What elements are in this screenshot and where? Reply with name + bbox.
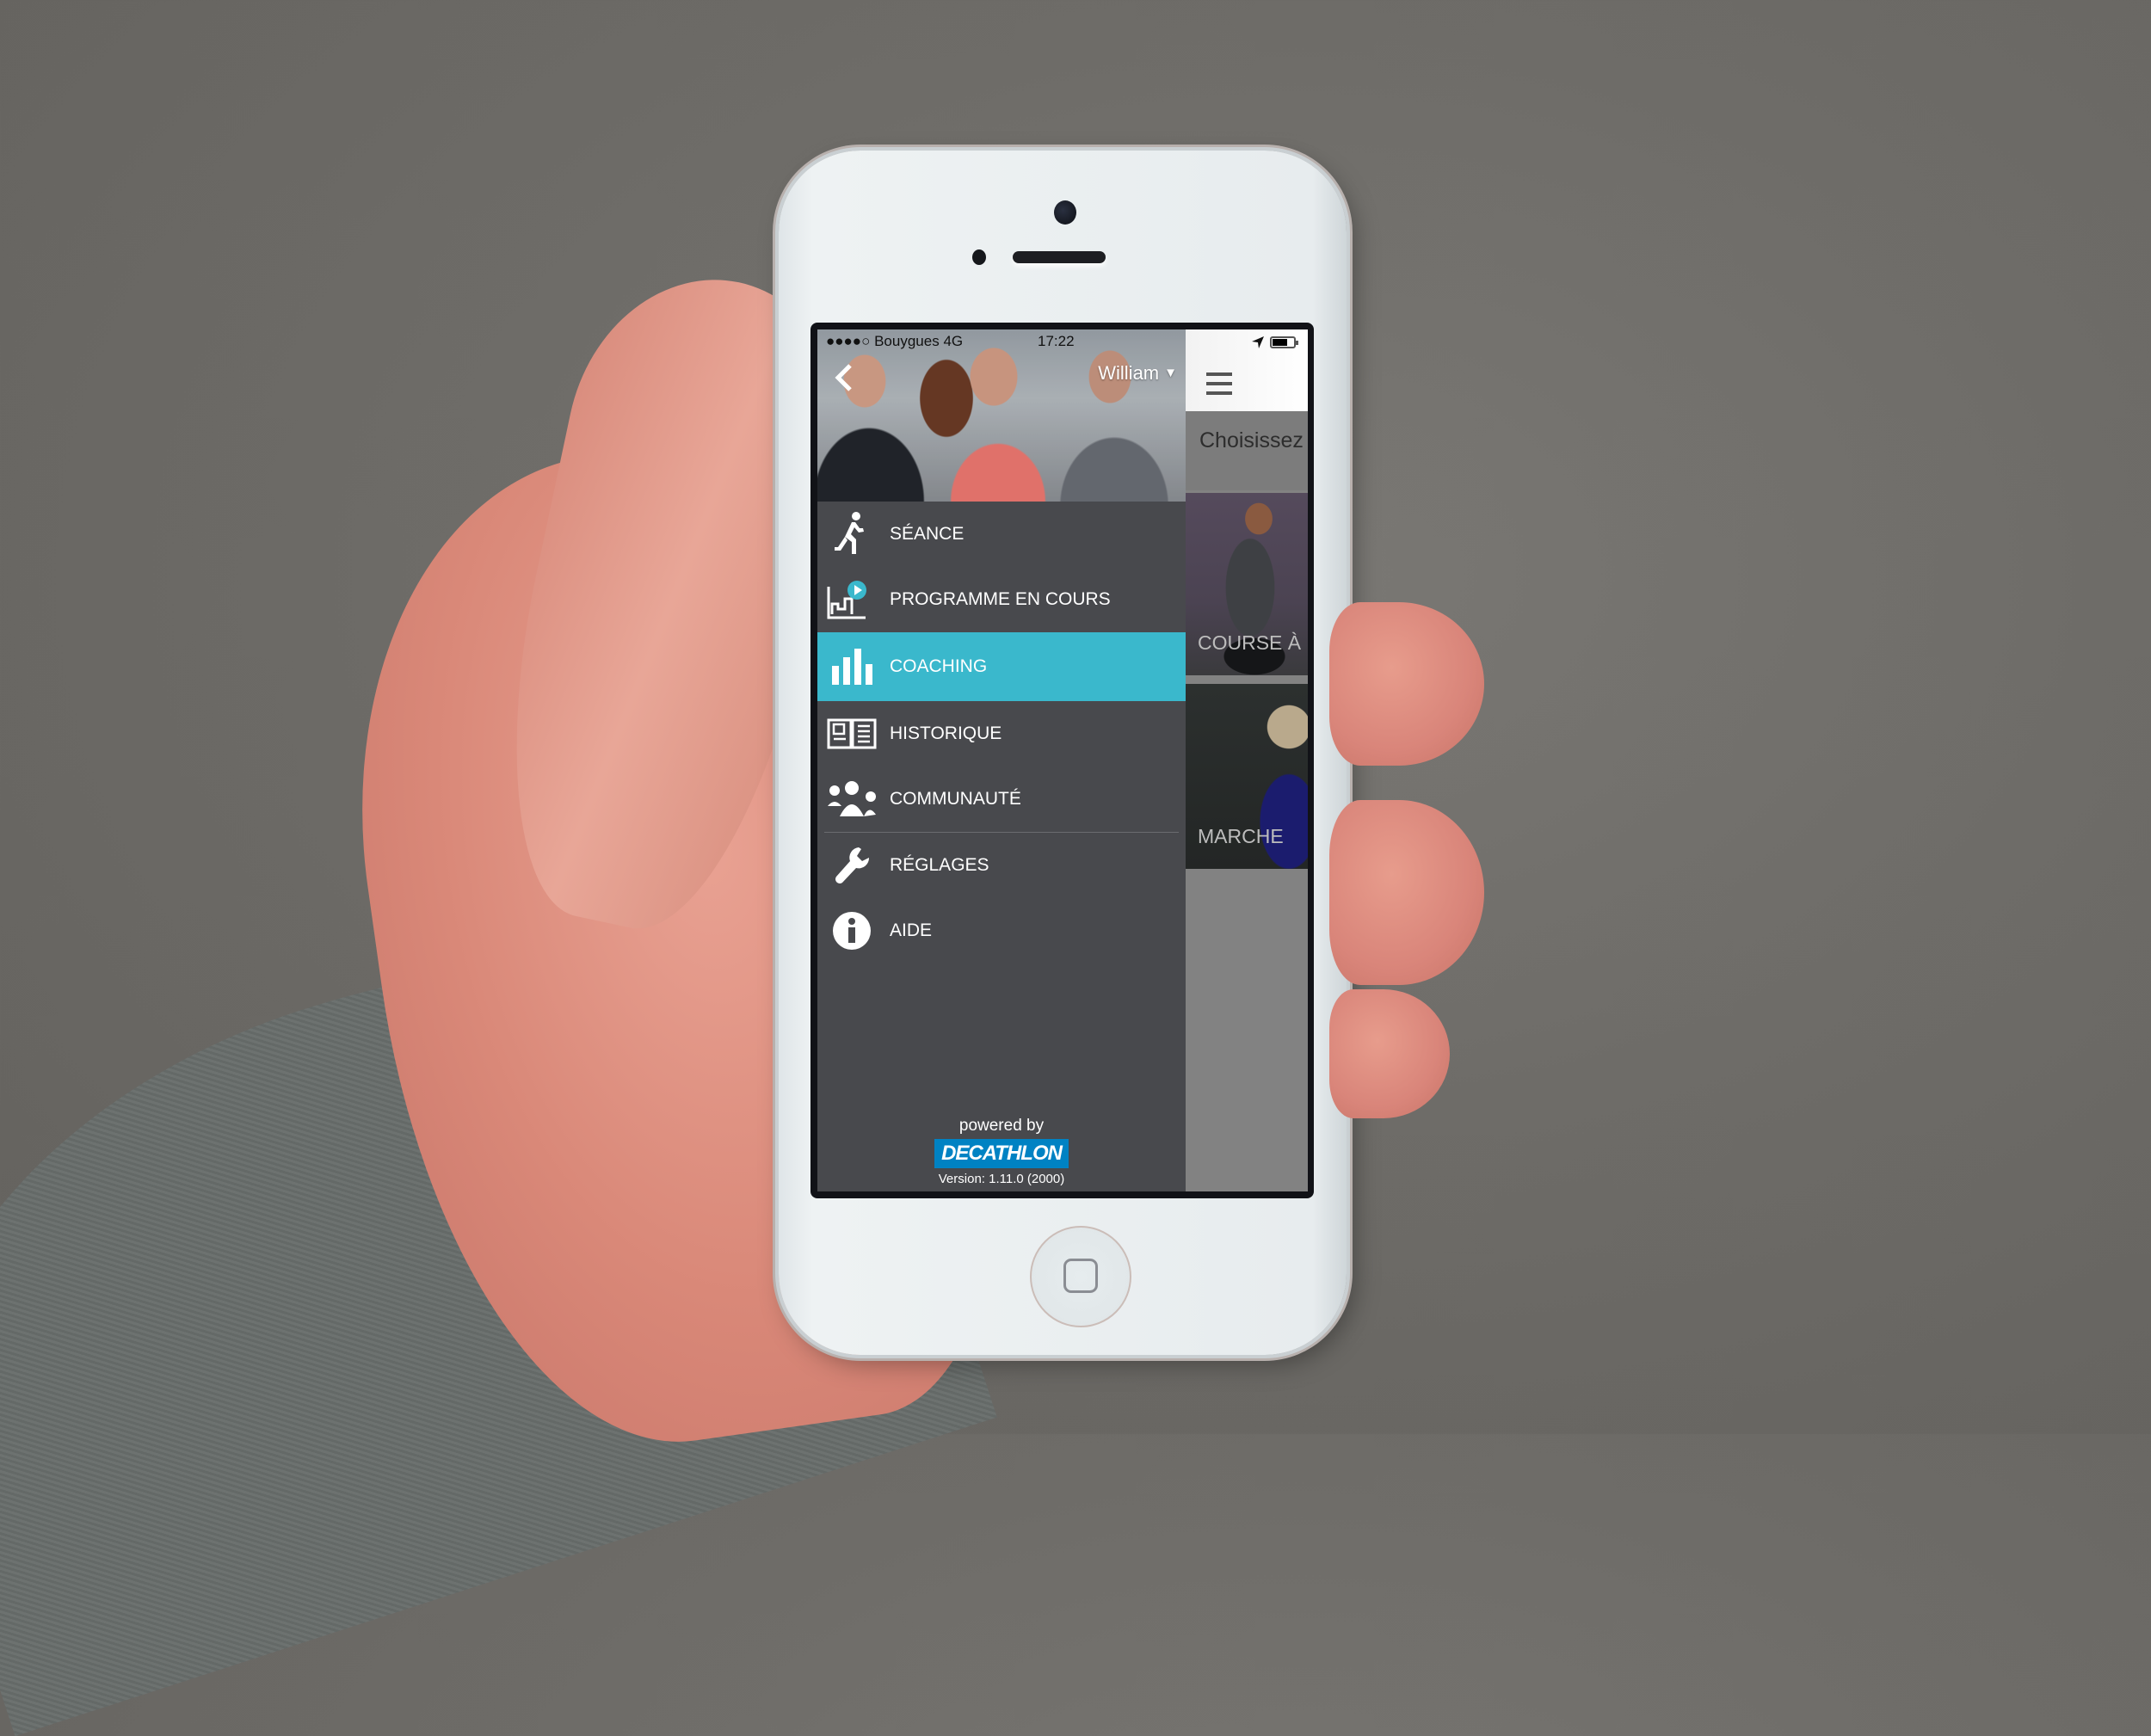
people-icon — [826, 776, 878, 822]
hand-finger — [1329, 602, 1484, 766]
menu-label: RÉGLAGES — [890, 855, 989, 875]
battery-fill — [1273, 339, 1287, 346]
hand-finger — [1329, 989, 1450, 1118]
content-header — [1186, 329, 1308, 411]
screen-frame: ●●●●○ Bouygues 4G 17:22 William ▼ SÉANCE… — [810, 323, 1314, 1198]
info-icon — [826, 908, 878, 954]
menu-item-reglages[interactable]: RÉGLAGES — [817, 833, 1186, 898]
drawer-footer: powered by DECATHLON Version: 1.11.0 (20… — [817, 1117, 1186, 1186]
menu-item-coaching[interactable]: COACHING — [817, 632, 1186, 701]
caret-down-icon: ▼ — [1164, 366, 1177, 380]
wrench-icon — [826, 842, 878, 889]
navigation-drawer: ●●●●○ Bouygues 4G 17:22 William ▼ SÉANCE… — [817, 329, 1186, 1191]
powered-by-text: powered by — [958, 1117, 1045, 1135]
menu-item-aide[interactable]: AIDE — [817, 898, 1186, 963]
home-square-icon — [1063, 1259, 1098, 1293]
bar-chart-icon — [826, 643, 878, 690]
back-button[interactable] — [831, 360, 857, 395]
app-version: Version: 1.11.0 (2000) — [938, 1172, 1065, 1186]
drawer-menu: SÉANCE PROGRAMME EN COURS COACHING HISTO… — [817, 502, 1186, 963]
hero-image-runners — [817, 329, 1186, 502]
status-carrier: ●●●●○ Bouygues 4G — [826, 333, 964, 349]
book-icon — [826, 711, 878, 757]
main-content[interactable]: Choisissez COURSE À MARCHE — [1186, 329, 1308, 1191]
menu-label: PROGRAMME EN COURS — [890, 589, 1111, 609]
screen: ●●●●○ Bouygues 4G 17:22 William ▼ SÉANCE… — [817, 329, 1308, 1191]
user-menu-button[interactable]: William ▼ — [1098, 362, 1177, 385]
menu-label: COMMUNAUTÉ — [890, 789, 1021, 809]
menu-item-historique[interactable]: HISTORIQUE — [817, 701, 1186, 766]
card-label: MARCHE — [1198, 825, 1284, 847]
earpiece-speaker — [1013, 251, 1106, 263]
status-time: 17:22 — [1038, 333, 1075, 349]
menu-label: COACHING — [890, 656, 988, 676]
phone: ●●●●○ Bouygues 4G 17:22 William ▼ SÉANCE… — [779, 151, 1347, 1355]
front-camera — [1054, 200, 1076, 225]
menu-item-seance[interactable]: SÉANCE — [817, 502, 1186, 567]
running-person-icon — [826, 511, 878, 557]
hand-finger — [1329, 800, 1484, 985]
menu-label: AIDE — [890, 920, 933, 940]
hamburger-menu-icon[interactable] — [1206, 372, 1232, 397]
choose-prompt: Choisissez — [1199, 428, 1304, 452]
decathlon-logo: DECATHLON — [934, 1139, 1069, 1168]
activity-card-marche[interactable]: MARCHE — [1186, 684, 1308, 869]
chevron-left-icon — [835, 364, 852, 391]
activity-card-course[interactable]: COURSE À — [1186, 493, 1308, 675]
battery-icon — [1270, 336, 1298, 348]
menu-label: HISTORIQUE — [890, 723, 1002, 743]
proximity-sensor — [972, 249, 986, 265]
location-arrow-icon — [1252, 336, 1264, 348]
signal-strength-icon: ●●●●○ — [826, 333, 871, 349]
user-name: William — [1098, 362, 1160, 384]
card-label: COURSE À — [1198, 631, 1302, 654]
program-play-icon — [826, 576, 878, 623]
menu-label: SÉANCE — [890, 524, 965, 544]
menu-item-communaute[interactable]: COMMUNAUTÉ — [817, 766, 1186, 832]
choose-band: Choisissez — [1186, 411, 1308, 490]
menu-item-programme[interactable]: PROGRAMME EN COURS — [817, 567, 1186, 632]
home-button[interactable] — [1030, 1226, 1131, 1327]
